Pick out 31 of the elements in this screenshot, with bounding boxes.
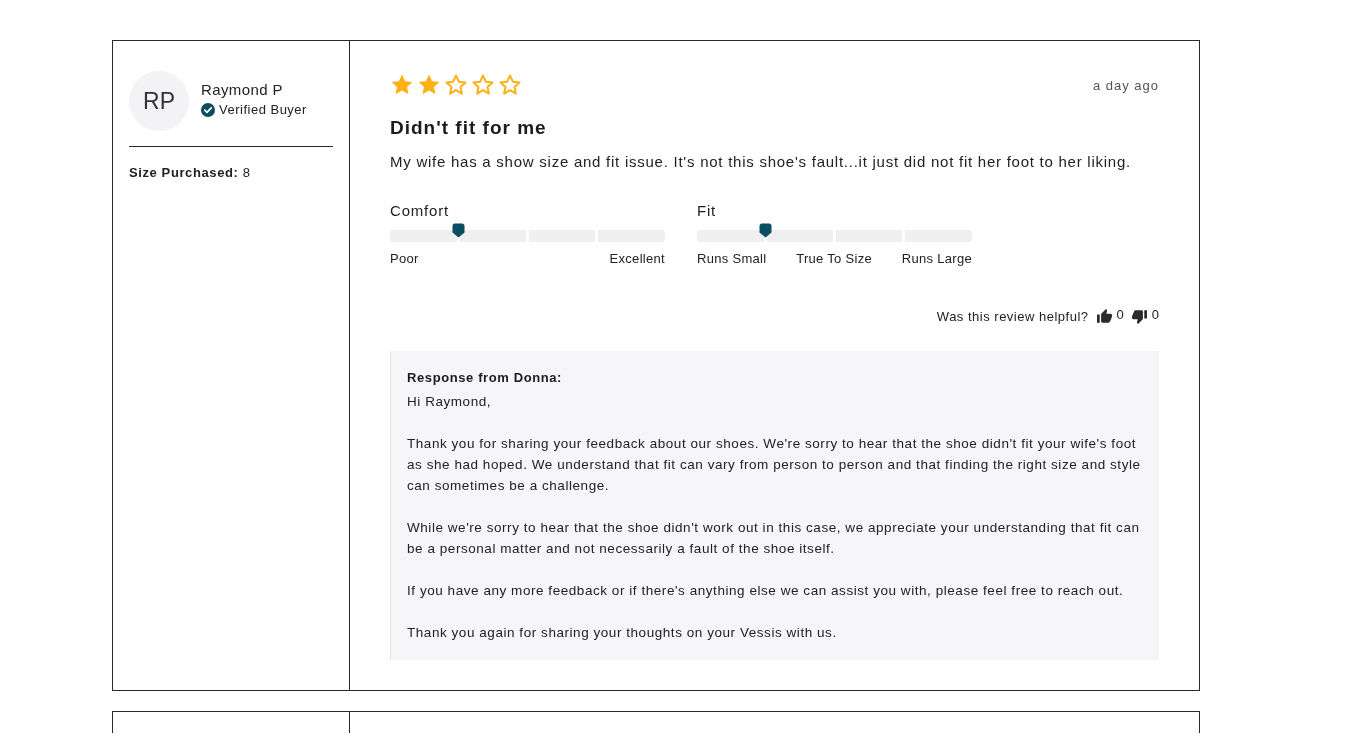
review-date: a day ago bbox=[1092, 77, 1159, 93]
size-purchased-text: Size Purchased: 8 bbox=[129, 165, 252, 180]
verified-buyer-label: Verified Buyer bbox=[219, 102, 307, 117]
response-heading: Response from Donna: bbox=[407, 369, 563, 387]
review-title: Didn't fit for me bbox=[390, 117, 548, 139]
thumbs-down-icon bbox=[1131, 309, 1147, 324]
upvote-button[interactable]: 0 bbox=[1096, 308, 1124, 324]
scale-label: Excellent bbox=[609, 251, 665, 266]
response-greeting: Hi Raymond, bbox=[407, 393, 493, 411]
helpful-question: Was this review helpful? bbox=[936, 308, 1089, 324]
reviewer-name: Raymond P bbox=[201, 81, 284, 98]
star-icon bbox=[390, 73, 414, 97]
response-paragraph: While we're sorry to hear that the shoe didn't work out in this case, we appreciate your understanding that fit can be a personal matter and not necessarily a fault of the shoe itself. bbox=[407, 519, 1141, 558]
scale-label: Runs Small bbox=[697, 251, 767, 266]
downvote-button[interactable]: 0 bbox=[1131, 308, 1159, 324]
scale-label: Poor bbox=[390, 251, 419, 266]
thumbs-up-icon bbox=[1096, 309, 1112, 324]
rating-label: Comfort bbox=[390, 202, 450, 219]
scale-label: True To Size bbox=[796, 251, 873, 266]
response-paragraph: Thank you again for sharing your thoughts on your Vessis with us. bbox=[407, 624, 838, 642]
rating-label: Fit bbox=[697, 202, 718, 219]
star-icon bbox=[417, 73, 441, 97]
star-outline-icon bbox=[471, 73, 495, 97]
check-badge-icon bbox=[201, 102, 215, 117]
response-paragraph: If you have any more feedback or if there's anything else we can assist you with, please feel free to reach out. bbox=[407, 582, 1125, 600]
star-outline-icon bbox=[498, 73, 522, 97]
review-body: My wife has a show size and fit issue. It's not this shoe's fault...it just did not fit her foot to her liking. bbox=[390, 152, 1132, 172]
response-paragraph: Thank you for sharing your feedback about our shoes. We're sorry to hear that the shoe didn't fit your wife's foot as she had hoped. We understand that fit can vary from person to person and that finding the right size and style can sometimes be a challenge. bbox=[407, 435, 1142, 495]
scale-label: Runs Large bbox=[901, 251, 972, 266]
avatar: RP bbox=[129, 71, 189, 131]
star-outline-icon bbox=[444, 73, 468, 97]
